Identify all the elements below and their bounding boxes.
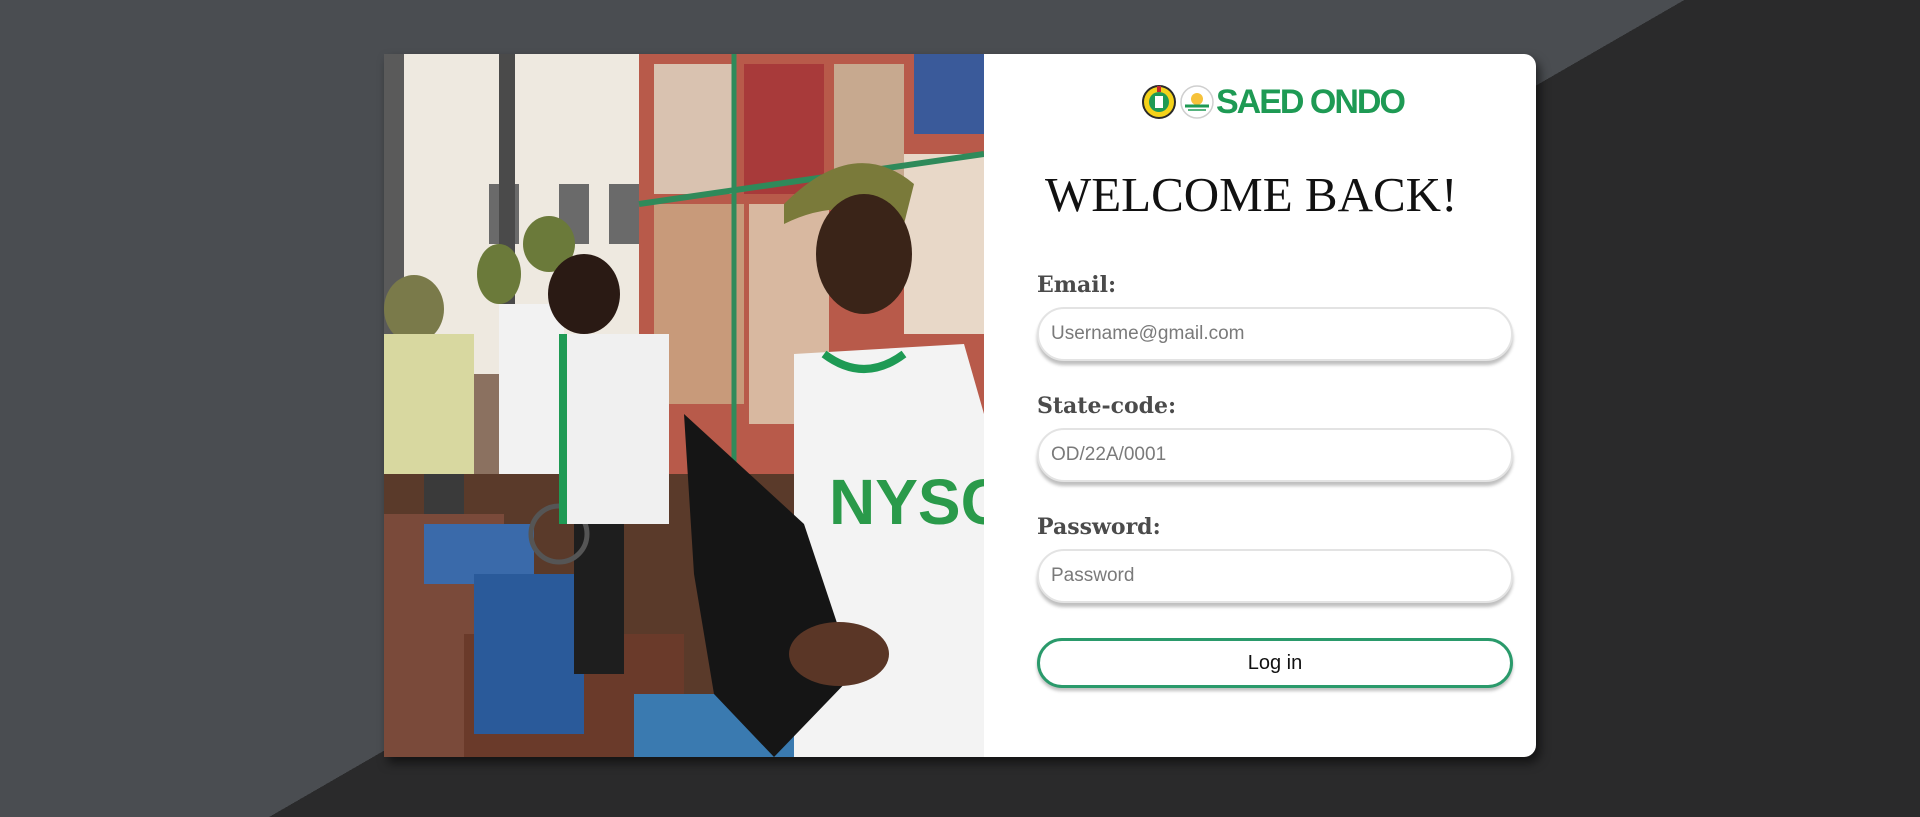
email-label: Email: (1037, 272, 1117, 298)
password-label: Password: (1037, 514, 1161, 540)
hero-photo: NYSC (384, 54, 984, 757)
logo-text: SAED ONDO (1216, 82, 1406, 121)
brand-logo: SAED ONDO (1141, 80, 1406, 124)
nysc-saed-emblem-icon (1180, 85, 1214, 119)
nysc-crest-icon (1142, 85, 1176, 119)
page-title: WELCOME BACK! (1045, 167, 1458, 222)
svg-text:NYSC: NYSC (829, 466, 984, 538)
state-code-input[interactable] (1037, 428, 1513, 482)
login-card: NYSC SAED ONDO WELCOME BACK! Email: User… (384, 54, 1536, 757)
login-panel: SAED ONDO WELCOME BACK! Email: State-cod… (984, 54, 1536, 757)
password-input[interactable] (1037, 549, 1513, 603)
login-button[interactable]: Log in (1037, 638, 1513, 688)
state-code-label: State-code: (1037, 393, 1177, 419)
email-input[interactable] (1037, 307, 1513, 361)
